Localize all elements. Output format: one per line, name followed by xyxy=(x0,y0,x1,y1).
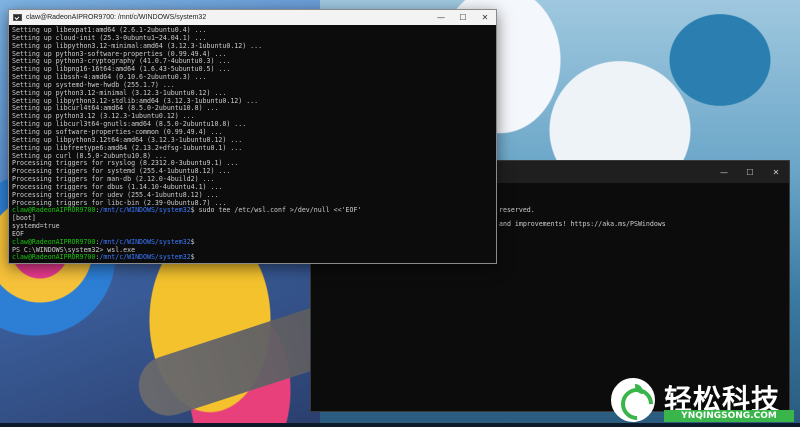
line-text: Processing triggers for dbus (1.14.10-4u… xyxy=(12,182,223,191)
terminal-line: systemd=true xyxy=(12,222,492,231)
close-button[interactable]: ✕ xyxy=(474,10,496,25)
line-text: Setting up libexpat1:amd64 (2.6.1-2ubunt… xyxy=(12,26,207,34)
terminal-line: and improvements! https://aka.ms/PSWindo… xyxy=(499,220,666,228)
prompt-symbol: $ xyxy=(190,237,195,246)
window-title: claw@RadeonAIPROR9700: /mnt/c/WINDOWS/sy… xyxy=(26,14,207,21)
line-text: [boot] xyxy=(12,214,36,223)
wsl-titlebar[interactable]: claw@RadeonAIPROR9700: /mnt/c/WINDOWS/sy… xyxy=(9,10,496,25)
brand-logo-icon xyxy=(611,378,655,422)
line-text: EOF xyxy=(12,229,24,238)
line-text: Setting up libcurl3t64-gnutls:amd64 (8.5… xyxy=(12,120,247,129)
prompt-path: /mnt/c/WINDOWS/system32 xyxy=(99,237,191,246)
prompt-path: /mnt/c/WINDOWS/system32 xyxy=(99,253,191,262)
line-text: Setting up libssh-4:amd64 (0.10.6-2ubunt… xyxy=(12,73,207,82)
maximize-button[interactable]: ☐ xyxy=(452,10,474,25)
line-text: Processing triggers for udev (255.4-1ubu… xyxy=(12,190,219,199)
minimize-button[interactable]: — xyxy=(430,10,452,25)
prompt-path: /mnt/c/WINDOWS/system32 xyxy=(99,206,191,215)
line-text: Setting up python3.12-minimal (3.12.3-1u… xyxy=(12,88,227,97)
line-text: Setting up python3.12 (3.12.3-1ubuntu0.1… xyxy=(12,112,195,121)
line-text: Setting up libfreetype6:amd64 (2.13.2+df… xyxy=(12,143,243,152)
watermark-brand-en: YNQINGSONG.COM xyxy=(664,410,794,422)
terminal-line: [boot] xyxy=(12,214,492,223)
prompt-user: claw@RadeonAIPROR9700 xyxy=(12,253,96,262)
line-text: Processing triggers for rsyslog (8.2312.… xyxy=(12,159,239,168)
line-text: Processing triggers for man-db (2.12.0-4… xyxy=(12,175,215,184)
prompt-symbol: $ xyxy=(190,253,195,262)
terminal-icon xyxy=(13,14,22,21)
line-text: Setting up cloud-init (25.3-0ubuntu1~24.… xyxy=(12,33,207,42)
line-text: Setting up systemd-hwe-hwdb (255.1.7) ..… xyxy=(12,80,175,89)
terminal-prompt-line: claw@RadeonAIPROR9700:/mnt/c/WINDOWS/sys… xyxy=(12,254,492,262)
line-text: Setting up python3-software-properties (… xyxy=(12,49,227,58)
line-text: Setting up libpython3.12t64:amd64 (3.12.… xyxy=(12,135,243,144)
line-text: sudo tee /etc/wsl.conf >/dev/null <<'EOF… xyxy=(194,206,362,215)
line-text: Setting up curl (8.5.0-2ubuntu10.8) ... xyxy=(12,151,167,160)
minimize-button[interactable]: — xyxy=(711,161,737,183)
line-text: systemd=true xyxy=(12,222,60,231)
terminal-prompt-line: claw@RadeonAIPROR9700:/mnt/c/WINDOWS/sys… xyxy=(12,206,492,215)
line-text: Setting up libpng16-16t64:amd64 (1.6.43-… xyxy=(12,65,231,74)
line-text: Processing triggers for systemd (255.4-1… xyxy=(12,167,231,176)
line-text: Setting up libcurl4t64:amd64 (8.5.0-2ubu… xyxy=(12,104,219,113)
close-button[interactable]: ✕ xyxy=(763,161,789,183)
terminal-line: reserved. xyxy=(499,206,535,214)
line-text: Setting up python3-cryptography (41.0.7-… xyxy=(12,57,231,66)
line-text: Setting up software-properties-common (0… xyxy=(12,127,223,136)
line-text: Setting up libpython3.12-minimal:amd64 (… xyxy=(12,41,263,50)
terminal-output[interactable]: Setting up libexpat1:amd64 (2.6.1-2ubunt… xyxy=(9,25,496,262)
line-text: PS C:\WINDOWS\system32> wsl.exe xyxy=(12,245,136,254)
prompt-user: claw@RadeonAIPROR9700 xyxy=(12,237,96,246)
line-text: Processing triggers for libc-bin (2.39-0… xyxy=(12,198,227,207)
prompt-user: claw@RadeonAIPROR9700 xyxy=(12,206,96,215)
wsl-terminal-window[interactable]: claw@RadeonAIPROR9700: /mnt/c/WINDOWS/sy… xyxy=(8,9,497,264)
maximize-button[interactable]: ☐ xyxy=(737,161,763,183)
line-text: Setting up libpython3.12-stdlib:amd64 (3… xyxy=(12,96,259,105)
